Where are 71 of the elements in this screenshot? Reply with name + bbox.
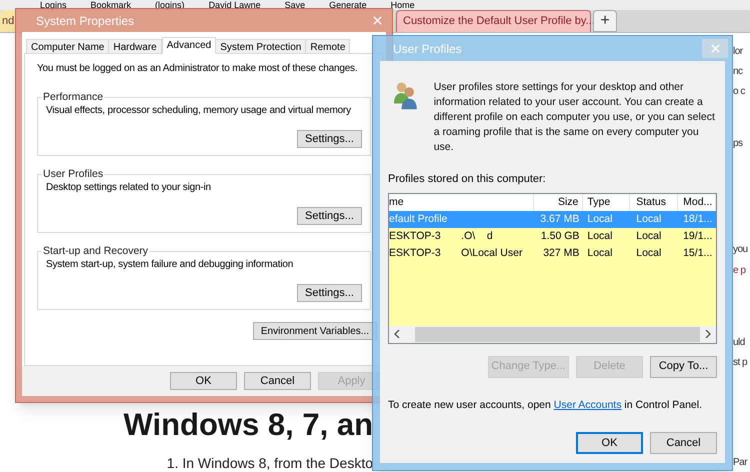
row-cell-text: ESKTOP-3 .O\ d xyxy=(389,228,494,244)
page-text: nc xyxy=(733,65,744,79)
row-cell-text: Local xyxy=(586,212,614,226)
tab-label: nd xyxy=(2,14,14,29)
row-cell-text: 15/1... xyxy=(682,246,714,260)
window-title: User Profiles xyxy=(393,40,462,58)
dialog-button[interactable]: OK xyxy=(170,372,237,390)
group-description: System start-up, system failure and debugging information xyxy=(46,258,294,272)
settings-button[interactable]: Settings... xyxy=(297,130,362,148)
group-description: Visual effects, processor scheduling, memory usage and virtual memory xyxy=(46,104,351,118)
page-text: Par xyxy=(733,456,748,470)
settings-button[interactable]: Settings... xyxy=(297,284,362,302)
page-text: o c xyxy=(733,85,746,99)
close-button[interactable] xyxy=(702,39,728,58)
tab[interactable]: Computer Name xyxy=(26,39,110,54)
row-cell-text: ESKTOP-3 O\Local User xyxy=(389,246,524,260)
bookmark-link[interactable]: David Lawne xyxy=(208,0,261,10)
settings-button[interactable]: Settings... xyxy=(297,207,362,225)
row-cell-text: 19/1... xyxy=(682,228,714,244)
dialog-button[interactable]: Cancel xyxy=(650,432,717,454)
bookmark-link[interactable]: Save xyxy=(284,0,306,10)
new-tab-button[interactable]: + xyxy=(593,10,617,32)
page-text: st p xyxy=(733,356,748,370)
page-text: ps xyxy=(733,137,744,151)
window-title: System Properties xyxy=(36,12,134,30)
action-button[interactable]: Copy To... xyxy=(650,356,717,378)
list-row[interactable]: ESKTOP-3 .O\ d 1.50 GB Local Local 19/1... xyxy=(389,228,716,244)
page-heading: Windows 8, 7, an xyxy=(122,406,373,444)
close-icon xyxy=(710,44,720,53)
row-cell-text: 1.50 GB xyxy=(540,228,580,244)
page-text: uld xyxy=(733,336,746,350)
scroll-right-icon[interactable] xyxy=(705,330,711,338)
user-accounts-link[interactable]: User Accounts xyxy=(554,398,622,410)
group-title: User Profiles xyxy=(42,167,104,183)
row-cell-text: 18/1... xyxy=(682,212,714,226)
row-cell-text: efault Profile xyxy=(389,212,448,226)
row-cell-text: Local xyxy=(586,246,614,260)
dialog-button[interactable]: Cancel xyxy=(244,372,311,390)
scrollbar-thumb[interactable] xyxy=(415,326,700,342)
row-cell-text: Local xyxy=(586,228,614,244)
page-paragraph: 1. In Windows 8, from the Deskto xyxy=(166,454,373,472)
horizontal-scrollbar[interactable] xyxy=(389,326,716,342)
bookmark-link[interactable]: (logins) xyxy=(155,0,185,10)
group-title: Performance xyxy=(42,90,104,106)
scroll-left-icon[interactable] xyxy=(394,330,400,338)
row-cell-text: Local xyxy=(635,212,662,226)
bookmark-link[interactable]: Home xyxy=(390,0,415,10)
tab[interactable]: Remote xyxy=(305,39,350,54)
bookmark-link[interactable]: Generate xyxy=(329,0,367,10)
list-row[interactable]: ESKTOP-3 O\Local User 327 MB Local Local 15/1... xyxy=(389,244,716,262)
bookmark-link[interactable]: Bookmark xyxy=(90,0,132,10)
bookmark-link[interactable]: Logins xyxy=(40,0,67,10)
page-text: you xyxy=(733,243,749,257)
page-text: e p xyxy=(733,264,746,278)
group-description: Desktop settings related to your sign-in xyxy=(46,181,211,195)
row-cell-text: 3.67 MB xyxy=(539,212,580,226)
row-cell-text: Local xyxy=(635,228,662,244)
users-icon xyxy=(393,80,418,110)
tab[interactable]: Hardware xyxy=(108,39,162,54)
footer-text: To create new user accounts, open User Accounts in Control Panel. xyxy=(388,398,704,412)
browser-tab[interactable]: Customize the Default User Profile by... xyxy=(396,10,591,32)
tab[interactable]: Advanced xyxy=(162,37,216,54)
row-cell-text: 327 MB xyxy=(542,246,580,260)
tab[interactable]: System Protection xyxy=(215,39,306,54)
page-text: lor xyxy=(733,45,744,59)
list-label: Profiles stored on this computer: xyxy=(388,172,546,187)
close-icon xyxy=(373,16,382,25)
row-cell-text: Local xyxy=(635,246,662,260)
description-text: User profiles store settings for your desktop and other information related to your user account. You can create a different profile on each computer you use, or you can select a roaming profile that is the same on every computer you use. xyxy=(434,80,716,155)
dialog-button[interactable]: OK xyxy=(576,432,643,454)
notice-text: You must be logged on as an Administrator to make most of these changes. xyxy=(37,62,358,76)
